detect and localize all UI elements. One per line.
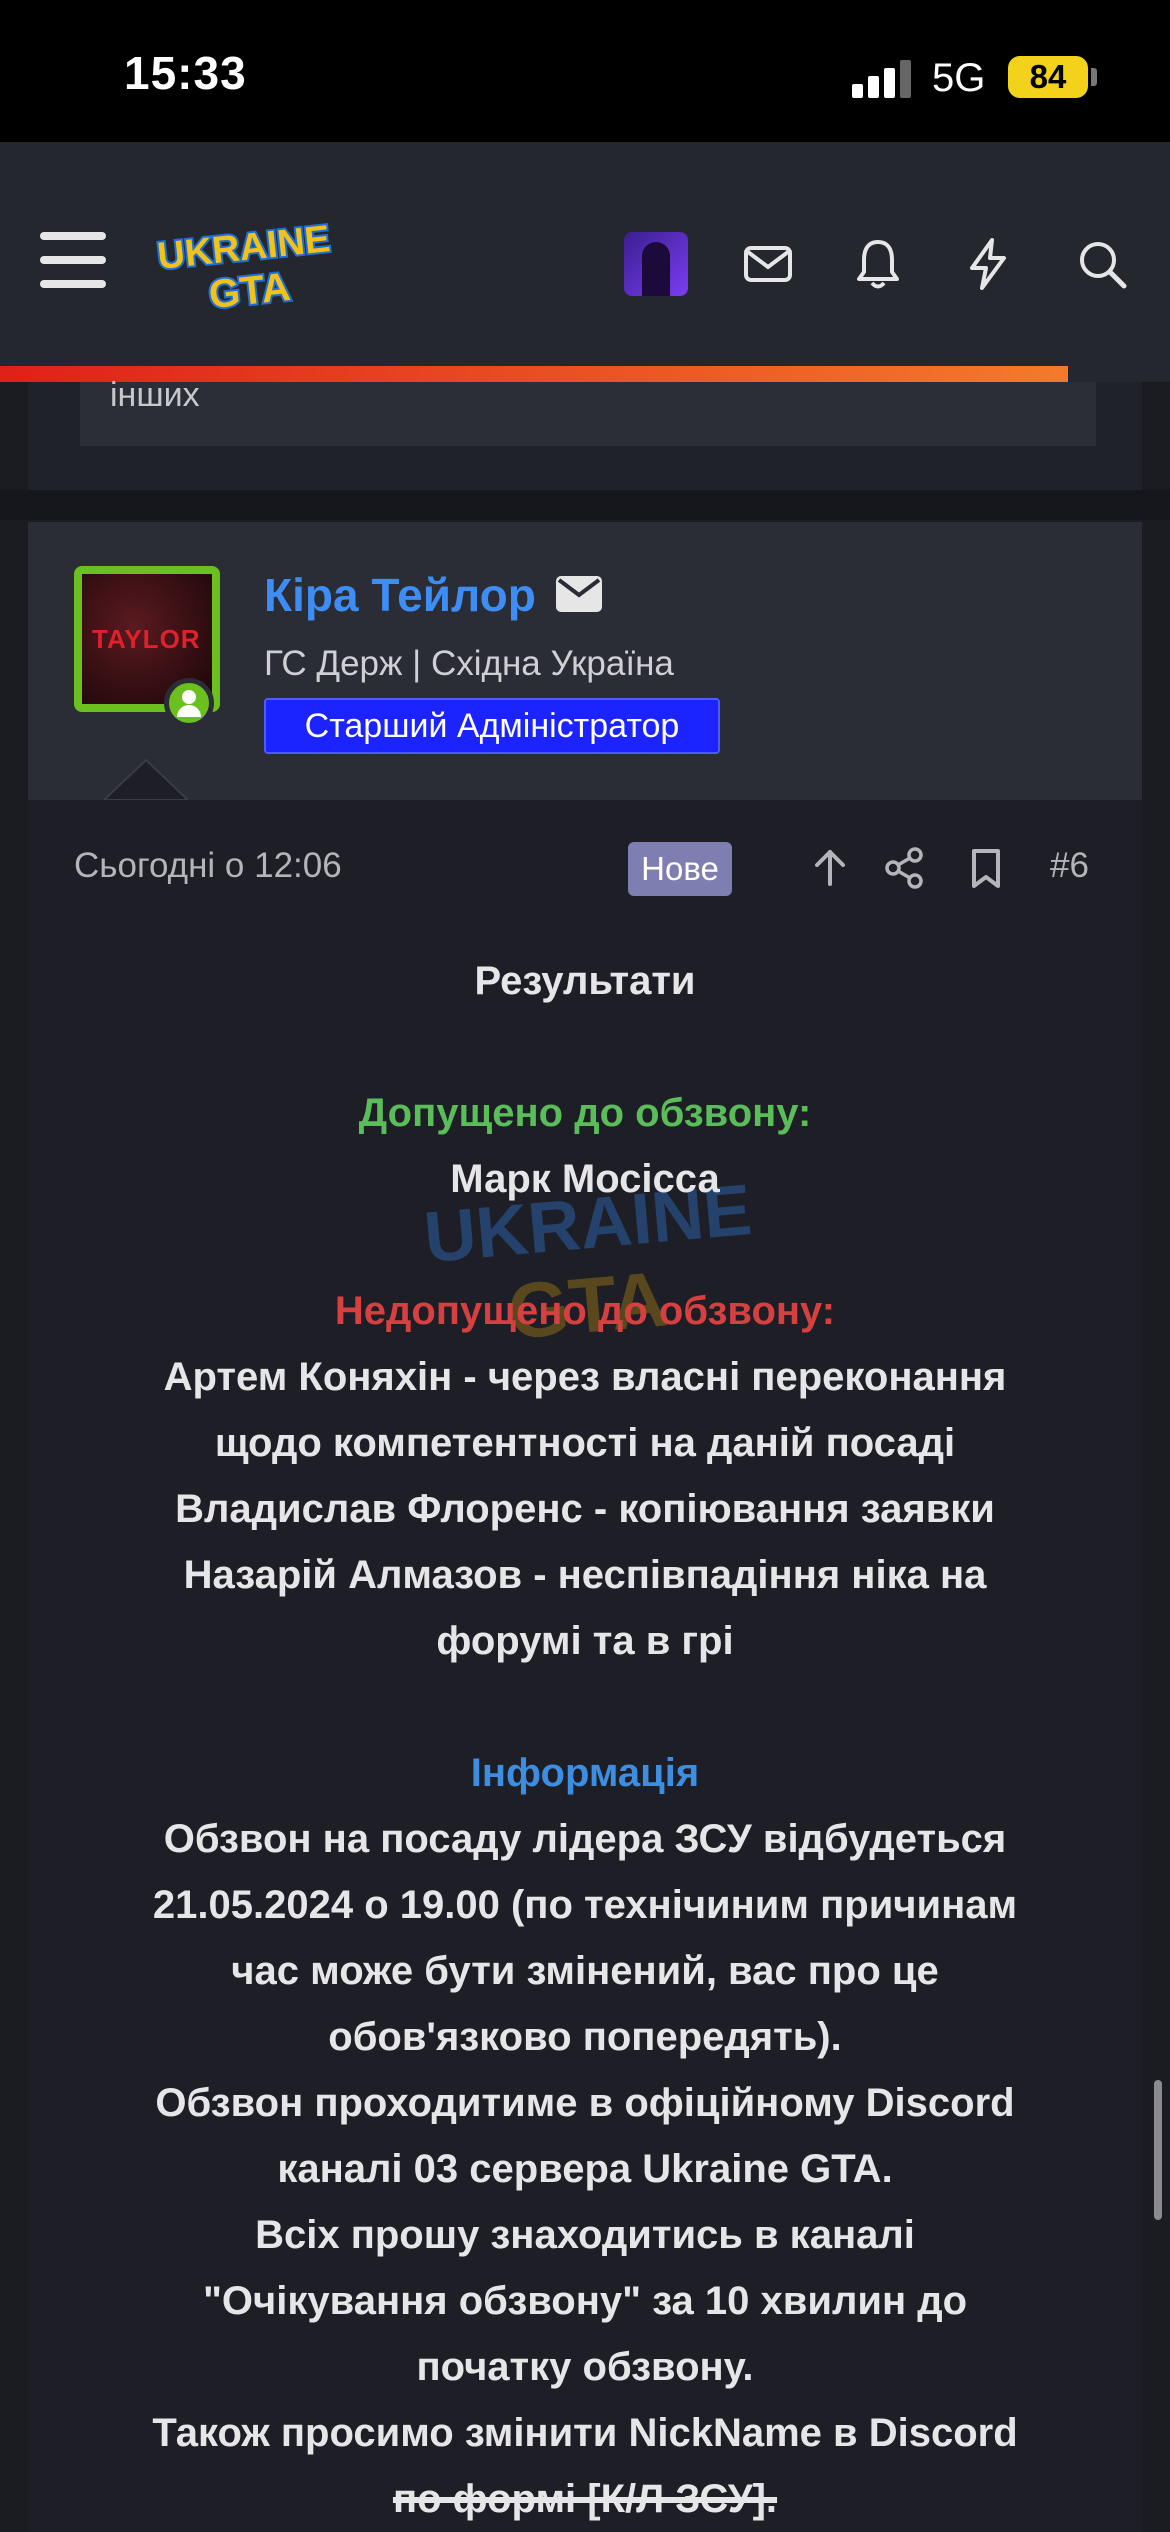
info-line: Також просимо змінити NickName в Discord: [152, 2411, 1018, 2455]
share-icon[interactable]: [882, 846, 926, 890]
battery-icon: 84: [1008, 56, 1088, 98]
mail-icon[interactable]: [738, 234, 798, 294]
info-label: Інформація: [470, 1751, 700, 1795]
info-line: каналі 03 сервера Ukraine GTA.: [277, 2147, 893, 2191]
info-line: обов'язково попередять).: [328, 2015, 842, 2059]
post-divider: [0, 490, 1170, 520]
info-line: початку обзвону.: [416, 2345, 754, 2389]
previous-post-quote: [80, 382, 1096, 446]
post-body: Результати Допущено до обзвону: Марк Мос…: [60, 948, 1110, 2532]
logo-bottom-text: GTA: [207, 265, 293, 317]
online-status-icon: [164, 678, 214, 728]
battery-tip: [1091, 68, 1097, 86]
bookmark-icon[interactable]: [964, 846, 1008, 890]
rejected-line: Владислав Флоренс - копіювання заявки: [175, 1487, 995, 1531]
post-number-link[interactable]: #6: [1050, 846, 1089, 886]
lightning-icon[interactable]: [958, 234, 1018, 294]
rejected-line: Артем Коняхін - через власні переконання: [163, 1355, 1007, 1399]
author-pointer-arrow: [104, 758, 188, 800]
rejected-line: щодо компетентності на даній посаді: [214, 1421, 956, 1465]
info-line: "Очікування обзвону" за 10 хвилин до: [202, 2279, 968, 2323]
admitted-item: Марк Мосісса: [450, 1157, 720, 1201]
account-avatar[interactable]: [624, 232, 688, 296]
search-icon[interactable]: [1072, 234, 1132, 294]
admitted-label: Допущено до обзвону:: [358, 1091, 812, 1135]
info-line: 21.05.2024 о 19.00 (по технічиним причин…: [152, 1883, 1018, 1927]
rejected-line: форумі та в грі: [436, 1619, 734, 1663]
info-line: Обзвон на посаду лідера ЗСУ відбудеться: [163, 1817, 1007, 1861]
page-scrollbar[interactable]: [1154, 2080, 1162, 2220]
post-date[interactable]: Сьогодні о 12:06: [74, 846, 342, 886]
page: 15:33 5G 84 UKRAINE GTA інших TAYLOR Кір…: [0, 0, 1170, 2532]
menu-icon[interactable]: [40, 232, 106, 288]
envelope-icon[interactable]: [556, 576, 602, 612]
info-line: час може бути змінений, вас про це: [231, 1949, 939, 1993]
rejected-label: Недопущено до обзвону:: [334, 1289, 836, 1333]
info-last-line: по формі [К/Л ЗСУ].: [392, 2477, 778, 2521]
results-heading: Результати: [474, 959, 696, 1003]
signal-icon: [852, 60, 912, 98]
author-name-link[interactable]: Кіра Тейлор: [264, 568, 536, 622]
site-logo[interactable]: UKRAINE GTA: [155, 218, 335, 318]
status-time: 15:33: [124, 47, 247, 99]
rejected-line: Назарій Алмазов - неспівпадіння ніка на: [183, 1553, 987, 1597]
info-line: Всіх прошу знаходитись в каналі: [255, 2213, 915, 2257]
author-avatar-text: TAYLOR: [92, 624, 201, 654]
info-line: Обзвон проходитиме в офіційному Discord: [155, 2081, 1015, 2125]
bell-icon[interactable]: [848, 234, 908, 294]
site-header: UKRAINE GTA: [0, 142, 1170, 382]
author-title: ГС Держ | Східна Україна: [264, 644, 674, 683]
previous-post-snippet: інших: [110, 376, 200, 414]
status-bar: 15:33 5G 84: [0, 0, 1170, 142]
author-role-badge: Старший Адміністратор: [264, 698, 720, 754]
network-label: 5G: [932, 56, 986, 100]
arrow-up-icon[interactable]: [808, 846, 852, 890]
new-badge: Нове: [628, 842, 732, 896]
